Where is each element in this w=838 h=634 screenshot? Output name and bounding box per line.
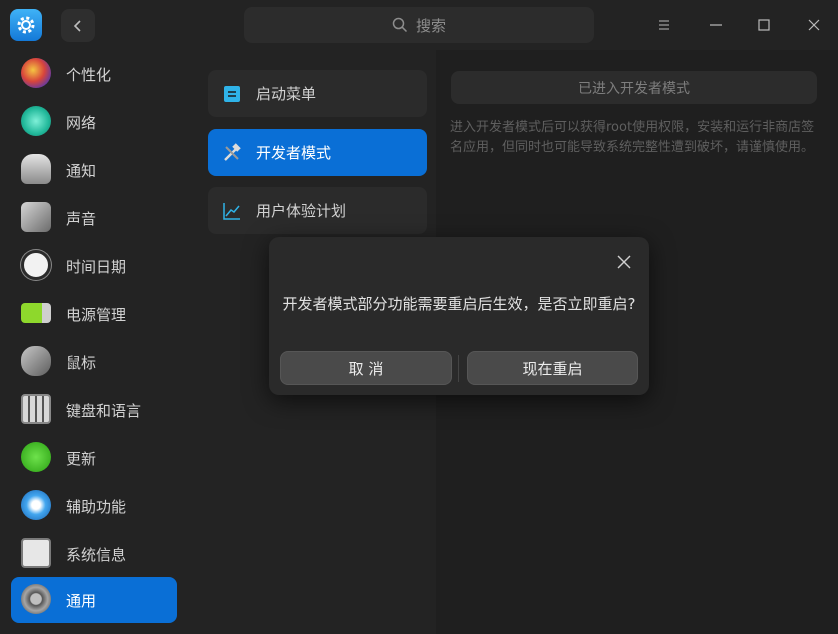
- sound-icon: [21, 202, 51, 232]
- sidebar-item-sound[interactable]: 声音: [11, 195, 177, 241]
- sidebar-item-label: 键盘和语言: [66, 401, 142, 420]
- sidebar-item-network[interactable]: 网络: [11, 99, 177, 145]
- sidebar-item-general[interactable]: 通用: [11, 577, 177, 623]
- sidebar-item-notification[interactable]: 通知: [11, 147, 177, 193]
- submenu-item-label: 开发者模式: [256, 144, 332, 162]
- sidebar-item-label: 网络: [66, 113, 97, 132]
- developer-tools-icon: [224, 143, 241, 161]
- sidebar-item-label: 更新: [66, 449, 97, 468]
- sidebar: 个性化 网络 通知 声音 时间日期 电源管理 鼠标 键盘和语言 更新 辅助功能 …: [0, 50, 190, 634]
- personalization-icon: [21, 58, 51, 88]
- sidebar-item-label: 系统信息: [66, 545, 127, 564]
- close-button[interactable]: [802, 13, 826, 37]
- back-icon: [73, 19, 81, 32]
- keyboard-icon: [21, 394, 51, 424]
- title-bar: 搜索: [0, 0, 838, 50]
- menu-button[interactable]: [652, 13, 676, 37]
- update-icon: [21, 442, 51, 472]
- settings-app-icon: [10, 9, 42, 41]
- restart-now-button[interactable]: 现在重启: [467, 351, 638, 385]
- battery-icon: [21, 303, 51, 323]
- submenu-item-developer-mode[interactable]: 开发者模式: [208, 129, 427, 176]
- minimize-icon: [710, 24, 722, 26]
- restart-dialog: 开发者模式部分功能需要重启后生效，是否立即重启? 取 消 现在重启: [269, 237, 649, 395]
- sidebar-item-label: 鼠标: [66, 353, 97, 372]
- sidebar-item-label: 时间日期: [66, 257, 127, 276]
- minimize-button[interactable]: [704, 13, 728, 37]
- sidebar-item-label: 电源管理: [66, 305, 127, 324]
- close-icon: [808, 19, 820, 31]
- clock-icon: [21, 250, 51, 280]
- system-info-icon: [21, 538, 51, 568]
- sidebar-item-label: 个性化: [66, 65, 112, 84]
- sidebar-item-system-info[interactable]: 系统信息: [11, 531, 177, 577]
- network-icon: [21, 106, 51, 136]
- dialog-message: 开发者模式部分功能需要重启后生效，是否立即重启?: [282, 295, 636, 313]
- sidebar-item-label: 通用: [66, 591, 97, 610]
- sidebar-item-personalization[interactable]: 个性化: [11, 51, 177, 97]
- boot-menu-icon: [224, 86, 240, 102]
- maximize-icon: [758, 19, 770, 31]
- sidebar-item-label: 辅助功能: [66, 497, 127, 516]
- submenu-item-user-experience[interactable]: 用户体验计划: [208, 187, 427, 234]
- sidebar-item-label: 声音: [66, 209, 97, 228]
- menu-icon: [659, 20, 669, 30]
- submenu-item-boot-menu[interactable]: 启动菜单: [208, 70, 427, 117]
- sidebar-item-label: 通知: [66, 161, 97, 180]
- mouse-icon: [21, 346, 51, 376]
- dialog-close-icon[interactable]: [615, 253, 633, 271]
- sidebar-item-update[interactable]: 更新: [11, 435, 177, 481]
- sidebar-item-accessibility[interactable]: 辅助功能: [11, 483, 177, 529]
- submenu-item-label: 启动菜单: [256, 85, 317, 103]
- sidebar-item-power[interactable]: 电源管理: [11, 291, 177, 337]
- search-placeholder: 搜索: [415, 16, 446, 35]
- developer-mode-status-button[interactable]: 已进入开发者模式: [451, 71, 817, 104]
- developer-mode-description: 进入开发者模式后可以获得root使用权限，安装和运行非商店签名应用，但同时也可能…: [450, 120, 815, 155]
- general-icon: [21, 584, 51, 614]
- back-button[interactable]: [61, 9, 95, 42]
- submenu-item-label: 用户体验计划: [256, 202, 347, 220]
- cancel-button[interactable]: 取 消: [280, 351, 452, 385]
- maximize-button[interactable]: [752, 13, 776, 37]
- accessibility-icon: [21, 490, 51, 520]
- search-icon: [392, 17, 408, 33]
- sidebar-item-datetime[interactable]: 时间日期: [11, 243, 177, 289]
- settings-window: 搜索 个性化 网络 通知 声音 时间日期 电源管理 鼠标 键盘和语言 更新 辅助…: [0, 0, 838, 634]
- sidebar-item-mouse[interactable]: 鼠标: [11, 339, 177, 385]
- chart-trend-icon: [223, 203, 240, 220]
- sidebar-item-keyboard[interactable]: 键盘和语言: [11, 387, 177, 433]
- dialog-button-divider: [458, 355, 459, 382]
- search-input[interactable]: 搜索: [244, 7, 594, 43]
- notification-icon: [21, 154, 51, 184]
